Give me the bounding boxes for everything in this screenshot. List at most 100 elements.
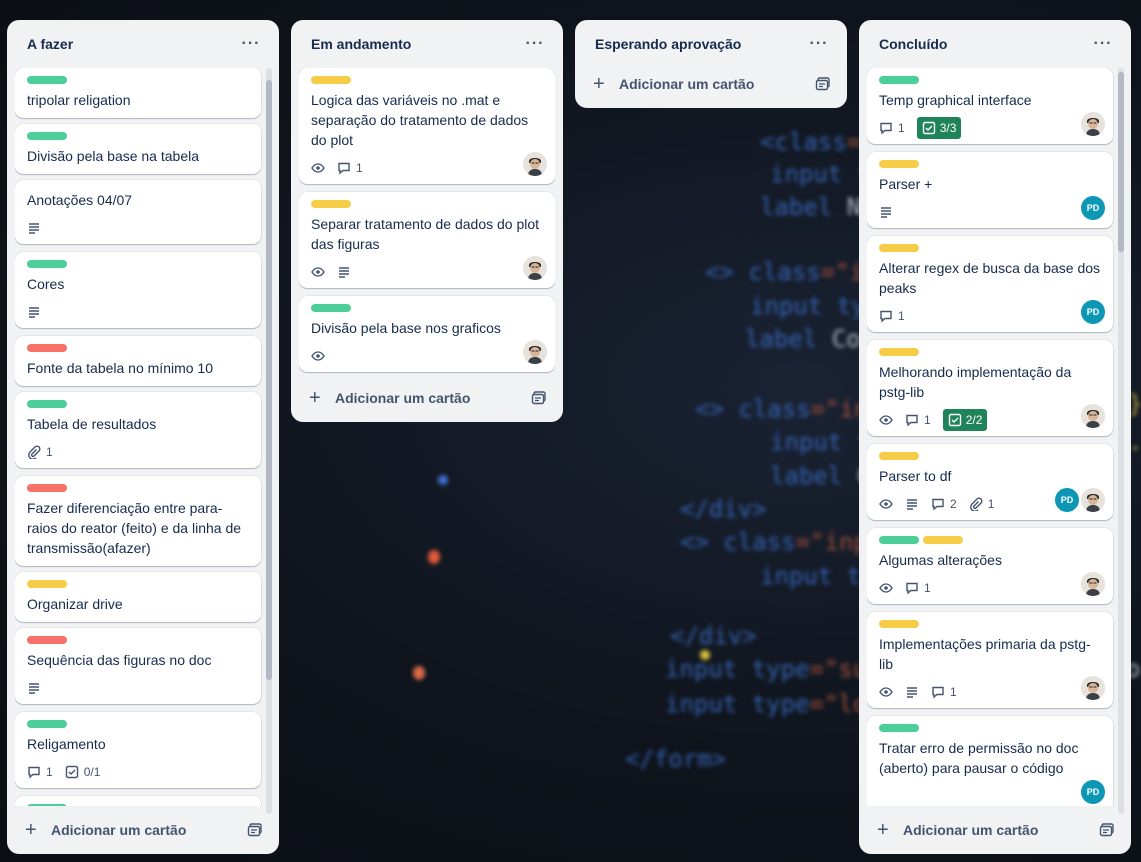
label-red[interactable] (27, 344, 67, 352)
label-yellow[interactable] (879, 620, 919, 628)
card-title: Anotações 04/07 (27, 192, 133, 208)
label-green[interactable] (27, 400, 67, 408)
card-title: Temp graphical interface (879, 92, 1032, 108)
card[interactable]: Alterar regex de busca da base dos peaks… (867, 236, 1113, 332)
card[interactable]: Melhorando implementação da pstg-lib 1 2… (867, 340, 1113, 436)
label-green[interactable] (27, 804, 67, 806)
scrollbar-thumb[interactable] (266, 80, 272, 680)
label-green[interactable] (879, 724, 919, 732)
label-yellow[interactable] (311, 200, 351, 208)
label-yellow[interactable] (27, 580, 67, 588)
label-green[interactable] (27, 132, 67, 140)
eye-icon (879, 687, 893, 697)
member-avatar-pd[interactable]: PD (1081, 780, 1105, 804)
card[interactable]: Divisão pela base na tabela (15, 124, 261, 174)
comment-count: 1 (924, 581, 931, 595)
add-card-footer: + Adicionar um cartão (867, 814, 1123, 846)
card-template-icon[interactable] (815, 76, 831, 92)
list-title[interactable]: A fazer (27, 36, 235, 52)
label-green[interactable] (879, 76, 919, 84)
plus-icon: + (593, 73, 605, 95)
card[interactable]: Tratar erro de permissão no doc (aberto)… (867, 716, 1113, 806)
card[interactable] (15, 796, 261, 806)
card[interactable]: Logica das variáveis no .mat e separação… (299, 68, 555, 184)
member-avatar[interactable] (1081, 404, 1105, 428)
list-title[interactable]: Concluído (879, 36, 1087, 52)
comment-badge: 1 (931, 681, 957, 703)
member-avatar-pd[interactable]: PD (1081, 196, 1105, 220)
card-title: Parser to df (879, 468, 952, 484)
member-avatar[interactable] (523, 256, 547, 280)
card[interactable]: Religamento 1 0/1 (15, 712, 261, 788)
list-menu-button[interactable]: ··· (519, 28, 551, 60)
label-green[interactable] (879, 536, 919, 544)
label-yellow[interactable] (923, 536, 963, 544)
list-menu-button[interactable]: ··· (235, 28, 267, 60)
member-avatar[interactable] (1081, 572, 1105, 596)
label-yellow[interactable] (879, 160, 919, 168)
add-card-button[interactable]: Adicionar um cartão (335, 390, 531, 406)
card-title: Alterar regex de busca da base dos peaks (879, 260, 1101, 296)
label-red[interactable] (27, 636, 67, 644)
label-yellow[interactable] (879, 244, 919, 252)
paperclip-icon (969, 497, 983, 511)
label-yellow[interactable] (879, 348, 919, 356)
add-card-button[interactable]: Adicionar um cartão (619, 76, 815, 92)
eye-icon (879, 583, 893, 593)
member-avatar-pd[interactable]: PD (1055, 488, 1079, 512)
card-template-icon[interactable] (247, 822, 263, 838)
scrollbar-thumb[interactable] (1118, 72, 1124, 252)
list-title[interactable]: Esperando aprovação (595, 36, 803, 52)
eye-icon (879, 499, 893, 509)
list-title[interactable]: Em andamento (311, 36, 519, 52)
card-title: Tratar erro de permissão no doc (aberto)… (879, 740, 1079, 776)
add-card-footer: + Adicionar um cartão (299, 382, 555, 414)
card[interactable]: Fonte da tabela no mínimo 10 (15, 336, 261, 386)
checklist-badge: 2/2 (942, 409, 988, 431)
member-avatar-pd[interactable]: PD (1081, 300, 1105, 324)
label-green[interactable] (27, 720, 67, 728)
label-green[interactable] (27, 76, 67, 84)
card-title: Parser + (879, 176, 933, 192)
member-avatar[interactable] (1081, 112, 1105, 136)
plus-icon: + (309, 387, 321, 409)
add-card-button[interactable]: Adicionar um cartão (903, 822, 1099, 838)
watch-badge (311, 345, 325, 367)
description-icon (27, 217, 41, 239)
card-template-icon[interactable] (1099, 822, 1115, 838)
list-menu-button[interactable]: ··· (1087, 28, 1119, 60)
list-scrollbar[interactable] (266, 68, 272, 814)
label-yellow[interactable] (311, 76, 351, 84)
card[interactable]: Tabela de resultados 1 (15, 392, 261, 468)
card-list: tripolar religation Divisão pela base na… (15, 68, 265, 806)
member-avatar[interactable] (523, 340, 547, 364)
card[interactable]: Cores (15, 252, 261, 328)
card-title: Divisão pela base nos graficos (311, 320, 501, 336)
card[interactable]: Algumas alterações 1 (867, 528, 1113, 604)
card[interactable]: Temp graphical interface 1 3/3 (867, 68, 1113, 144)
label-yellow[interactable] (879, 452, 919, 460)
card[interactable]: Parser to df 2 1 PD (867, 444, 1113, 520)
card-template-icon[interactable] (531, 390, 547, 406)
card[interactable]: Fazer diferenciação entre para-raios do … (15, 476, 261, 566)
list-scrollbar[interactable] (1118, 68, 1124, 814)
card[interactable]: Sequência das figuras no doc (15, 628, 261, 704)
label-red[interactable] (27, 484, 67, 492)
member-avatar[interactable] (1081, 488, 1105, 512)
add-card-footer: + Adicionar um cartão (15, 814, 271, 846)
card[interactable]: Parser + PD (867, 152, 1113, 228)
eye-icon (879, 415, 893, 425)
list-menu-button[interactable]: ··· (803, 28, 835, 60)
checklist-icon (65, 765, 78, 779)
member-avatar[interactable] (1081, 676, 1105, 700)
label-green[interactable] (27, 260, 67, 268)
card[interactable]: Divisão pela base nos graficos (299, 296, 555, 372)
card[interactable]: Anotações 04/07 (15, 180, 261, 244)
label-green[interactable] (311, 304, 351, 312)
card[interactable]: Organizar drive (15, 572, 261, 622)
member-avatar[interactable] (523, 152, 547, 176)
add-card-button[interactable]: Adicionar um cartão (51, 822, 247, 838)
card[interactable]: Implementações primaria da pstg-lib 1 (867, 612, 1113, 708)
card[interactable]: tripolar religation (15, 68, 261, 118)
card[interactable]: Separar tratamento de dados do plot das … (299, 192, 555, 288)
